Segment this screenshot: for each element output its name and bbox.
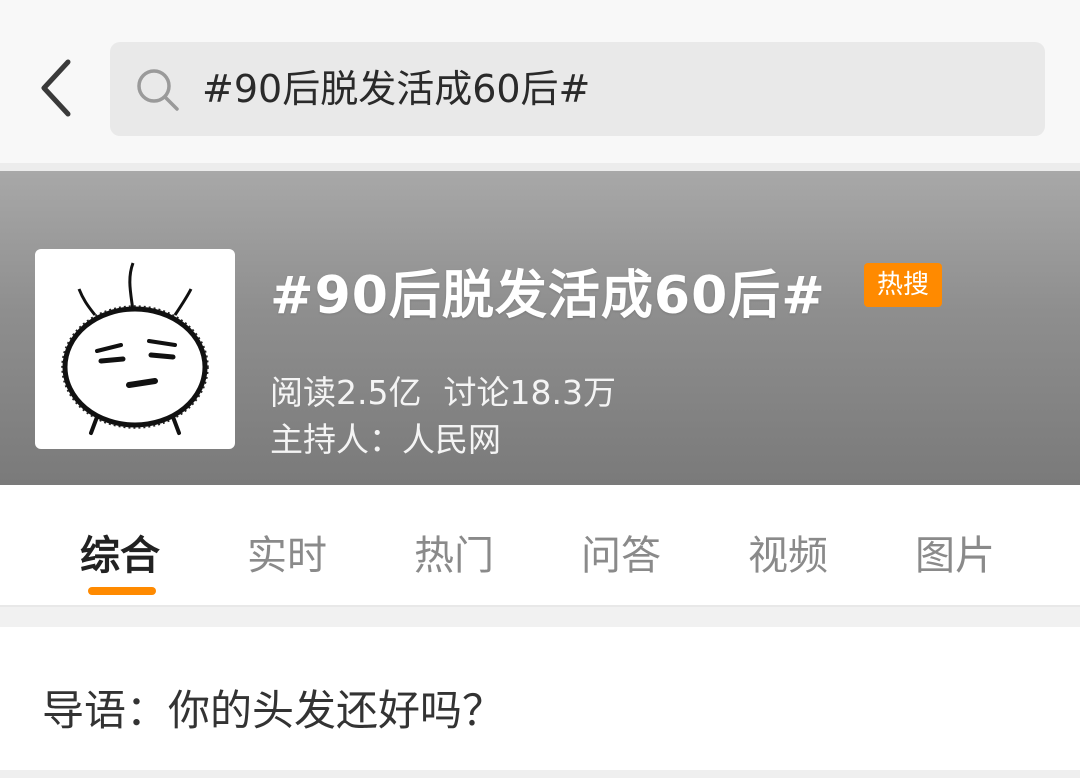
hot-search-badge: 热搜: [864, 263, 942, 307]
topic-avatar[interactable]: [35, 249, 235, 449]
tab-qa[interactable]: 问答: [581, 523, 661, 581]
discussion-count: 讨论18.3万: [443, 373, 616, 412]
intro-text: 导语：你的头发还好吗？: [42, 686, 505, 735]
section-gap: [0, 607, 1080, 627]
topic-title: #90后脱发活成60后#: [270, 266, 826, 326]
tab-comprehensive[interactable]: 综合: [80, 523, 160, 581]
search-field[interactable]: #90后脱发活成60后#: [110, 42, 1045, 136]
search-icon: [137, 69, 179, 111]
tab-bar: 综合 实时 热门 问答 视频 图片: [0, 485, 1080, 607]
active-tab-indicator: [88, 587, 156, 595]
divider: [0, 770, 1080, 778]
divider: [0, 163, 1080, 171]
topic-stats: 阅读2.5亿 讨论18.3万: [270, 366, 616, 414]
tab-hot[interactable]: 热门: [414, 523, 494, 581]
search-query-text[interactable]: #90后脱发活成60后#: [202, 42, 590, 136]
tab-video[interactable]: 视频: [748, 523, 828, 581]
top-search-bar: #90后脱发活成60后#: [0, 0, 1080, 163]
topic-header-banner: #90后脱发活成60后# 热搜 阅读2.5亿 讨论18.3万 主持人：人民网: [0, 171, 1080, 485]
chevron-left-icon: [41, 59, 71, 117]
tab-realtime[interactable]: 实时: [247, 523, 327, 581]
back-button[interactable]: [24, 52, 88, 124]
tab-images[interactable]: 图片: [915, 523, 995, 581]
cartoon-face-avatar: [61, 262, 209, 435]
read-count: 阅读2.5亿: [270, 373, 422, 412]
topic-host[interactable]: 主持人：人民网: [270, 413, 501, 461]
topic-intro: 导语：你的头发还好吗？: [0, 627, 1080, 770]
